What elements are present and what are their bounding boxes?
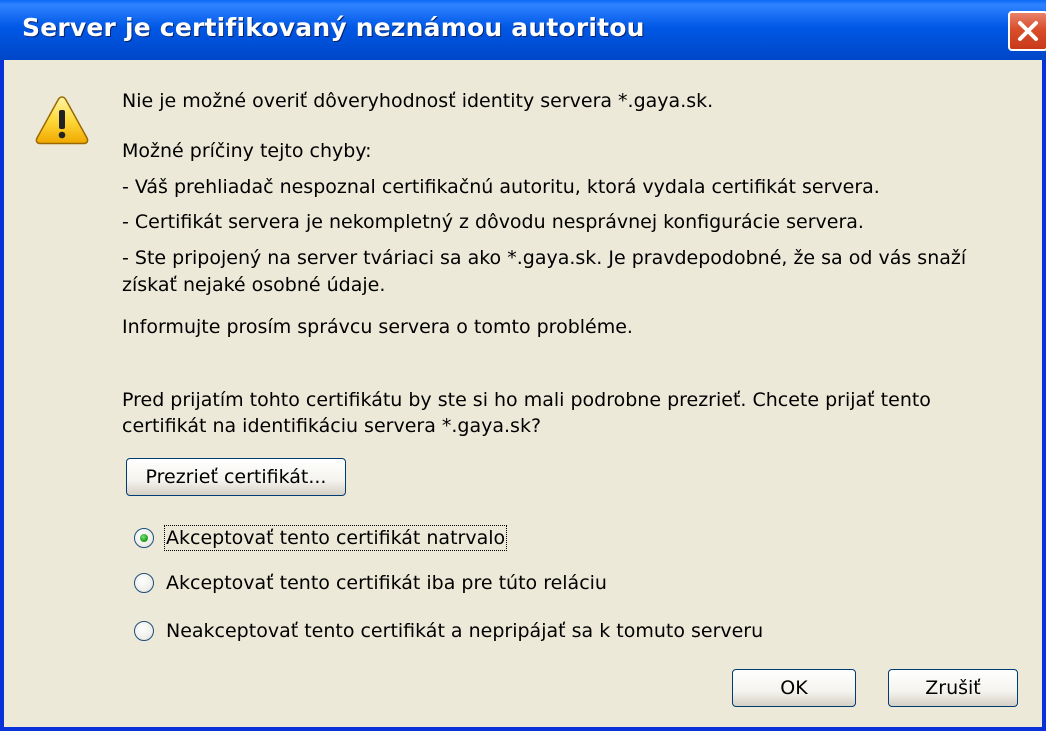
question-text-line2: certifikát na identifikáciu servera *.ga…: [122, 415, 542, 437]
cancel-button[interactable]: Zrušiť: [888, 669, 1018, 707]
cause-3-text-line1: - Ste pripojený na server tváriaci sa ak…: [122, 247, 967, 269]
causes-heading: Možné príčiny tejto chyby:: [122, 140, 372, 162]
option-label: Akceptovať tento certifikát iba pre túto…: [166, 572, 607, 594]
cause-3-text-line2: získať nejaké osobné údaje.: [122, 274, 386, 296]
ok-button[interactable]: OK: [732, 669, 856, 707]
radio-reject[interactable]: [134, 621, 154, 641]
view-certificate-button[interactable]: Prezrieť certifikát...: [126, 458, 346, 496]
option-label: Akceptovať tento certifikát natrvalo: [163, 525, 508, 551]
cause-2-text: - Certifikát servera je nekompletný z dô…: [122, 211, 864, 233]
intro-text: Nie je možné overiť dôveryhodnosť identi…: [122, 90, 714, 112]
window-title: Server je certifikovaný neznámou autorit…: [22, 13, 645, 42]
radio-accept-permanently[interactable]: [134, 528, 154, 548]
option-reject[interactable]: Neakceptovať tento certifikát a nepripáj…: [134, 616, 763, 646]
inform-admin-text: Informujte prosím správcu servera o tomt…: [122, 316, 633, 338]
close-button[interactable]: [1008, 11, 1046, 51]
dialog-content: Nie je možné overiť dôveryhodnosť identi…: [4, 60, 1042, 727]
question-text-line1: Pred prijatím tohto certifikátu by ste s…: [122, 389, 931, 411]
radio-accept-session[interactable]: [134, 573, 154, 593]
option-label: Neakceptovať tento certifikát a nepripáj…: [166, 620, 764, 642]
certificate-dialog: Server je certifikovaný neznámou autorit…: [0, 0, 1046, 731]
warning-triangle-icon: [35, 96, 89, 145]
title-bar[interactable]: Server je certifikovaný neznámou autorit…: [0, 0, 1046, 60]
cause-1-text: - Váš prehliadač nespoznal certifikačnú …: [122, 176, 880, 198]
option-accept-permanently[interactable]: Akceptovať tento certifikát natrvalo: [134, 523, 508, 553]
option-accept-session[interactable]: Akceptovať tento certifikát iba pre túto…: [134, 568, 607, 598]
close-icon: [1018, 21, 1038, 41]
